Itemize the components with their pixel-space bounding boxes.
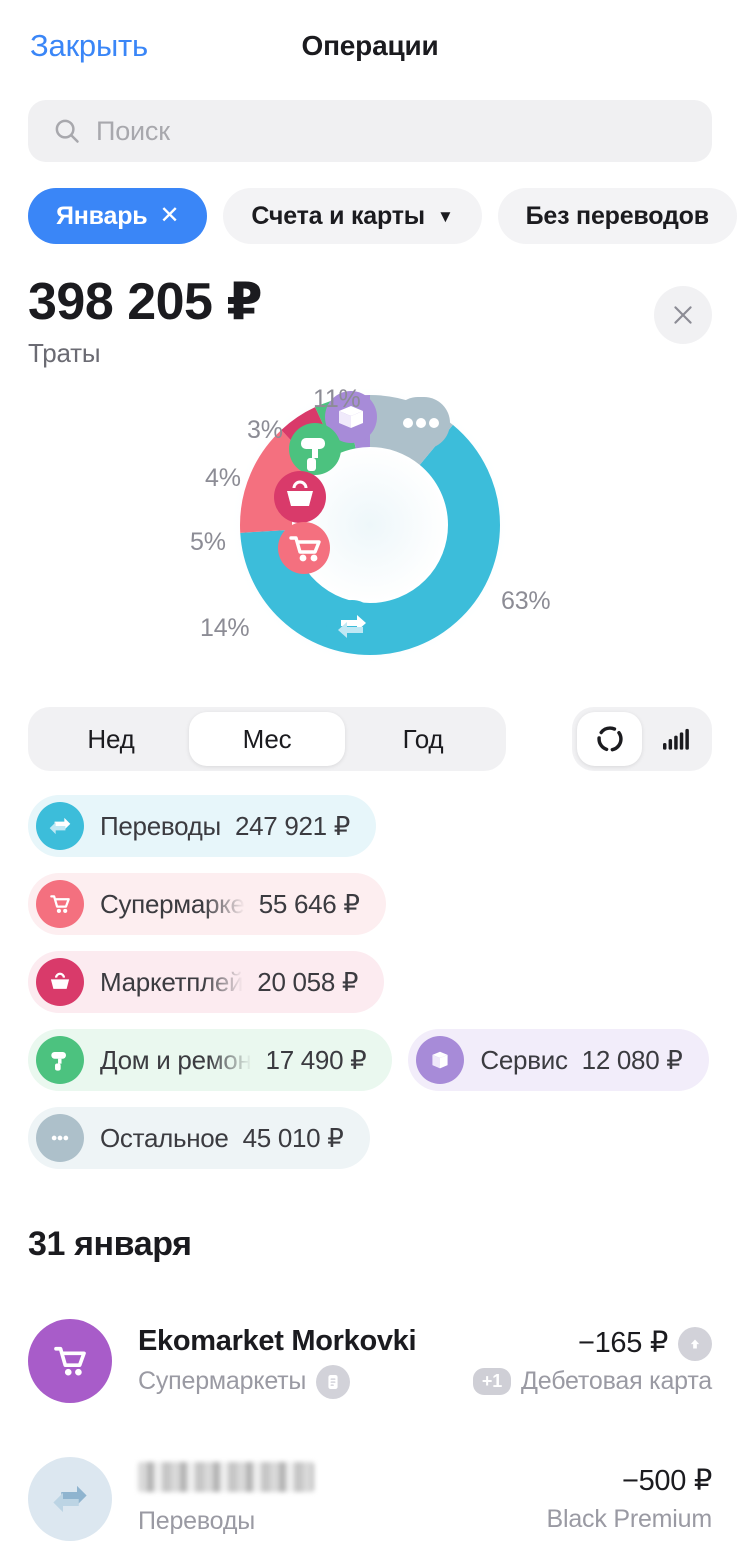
- summary-amount: 398 205 ₽: [28, 273, 263, 331]
- transaction-name: Ekomarket Morkovki: [138, 1324, 417, 1357]
- filter-chip-no-transfers[interactable]: Без переводов: [497, 188, 737, 244]
- slice-icon-paint-roller: [289, 423, 341, 476]
- legend-chip-service[interactable]: Сервис 12 080 ₽: [408, 1029, 709, 1092]
- search-section: [0, 92, 740, 162]
- transaction-category: Переводы: [138, 1507, 255, 1536]
- legend-chip-transfers[interactable]: Переводы 247 921 ₽: [28, 795, 376, 858]
- transaction-amount: −165 ₽: [577, 1327, 668, 1360]
- chevron-down-icon: ▼: [436, 206, 454, 226]
- filter-chip-label: Январь: [56, 201, 148, 230]
- legend-value: 12 080 ₽: [581, 1044, 683, 1075]
- receipt-icon[interactable]: [316, 1364, 351, 1399]
- slice-percent-other: 11%: [313, 385, 361, 414]
- chart-controls: Нед Мес Год: [0, 693, 740, 772]
- ellipsis-icon: [36, 1114, 84, 1163]
- cashback-badge: +1: [472, 1367, 512, 1396]
- view-mode-bars-button[interactable]: [642, 712, 707, 766]
- cart-icon: [36, 880, 84, 929]
- legend-label: Дом и ремон: [100, 1044, 252, 1075]
- filter-chip-label: Без переводов: [525, 201, 710, 230]
- transaction-account: Black Premium: [546, 1505, 713, 1534]
- transaction-category: Супермаркеты: [138, 1367, 307, 1396]
- transaction-amount-row: −500 ₽: [547, 1464, 712, 1499]
- filter-chip-accounts[interactable]: Счета и карты ▼: [223, 188, 482, 244]
- legend-chip-marketplaces[interactable]: Маркетплей 20 058 ₽: [28, 951, 385, 1014]
- summary-section: 398 205 ₽ Траты: [0, 244, 740, 369]
- legend-chip-home-repair[interactable]: Дом и ремон 17 490 ₽: [28, 1029, 393, 1092]
- box-icon: [416, 1036, 465, 1085]
- legend-value: 17 490 ₽: [265, 1044, 367, 1075]
- basket-icon: [36, 958, 84, 1007]
- period-tab-week[interactable]: Нед: [33, 712, 189, 766]
- close-icon[interactable]: ✕: [159, 204, 179, 228]
- filter-chip-label: Счета и карты: [251, 201, 425, 230]
- legend-label: Остальное: [100, 1122, 229, 1153]
- legend-label: Переводы: [100, 810, 221, 841]
- transaction-details: Ekomarket Morkovki Супермаркеты: [138, 1324, 447, 1399]
- slice-percent-transfers: 63%: [501, 587, 551, 616]
- period-tab-year[interactable]: Год: [345, 712, 501, 766]
- legend-value: 20 058 ₽: [257, 966, 359, 997]
- arrow-up-icon[interactable]: [678, 1326, 712, 1361]
- transaction-row[interactable]: Ekomarket Morkovki Супермаркеты −165 ₽ +…: [28, 1292, 712, 1430]
- transaction-details: Переводы: [138, 1462, 521, 1536]
- legend-value: 247 921 ₽: [234, 810, 350, 841]
- close-icon: [674, 306, 692, 324]
- navbar: Закрыть Операции: [0, 0, 740, 92]
- avatar: [28, 1457, 112, 1542]
- donut-chart-icon: [596, 726, 623, 752]
- legend-label: Маркетплей: [100, 966, 244, 997]
- operations-screen: Закрыть Операции Январь ✕ Счета и карты …: [0, 0, 740, 1567]
- bar-chart-icon: [662, 729, 689, 750]
- transactions-date-header: 31 января: [28, 1225, 192, 1264]
- slice-percent-home: 4%: [205, 464, 241, 493]
- search-icon: [55, 119, 79, 143]
- slice-percent-service: 3%: [247, 416, 283, 445]
- search-box[interactable]: [28, 100, 712, 162]
- summary-label: Траты: [28, 338, 101, 369]
- transaction-account-row: +1 Дебетовая карта: [472, 1367, 712, 1396]
- legend-label: Сервис: [480, 1044, 568, 1075]
- redacted-name: [138, 1462, 314, 1493]
- avatar: [28, 1319, 112, 1404]
- slice-percent-marketplace: 5%: [190, 528, 226, 557]
- transaction-amount: −500 ₽: [621, 1465, 712, 1498]
- transaction-list: Ekomarket Morkovki Супермаркеты −165 ₽ +…: [0, 1264, 740, 1567]
- transaction-amount-row: −165 ₽: [473, 1326, 712, 1361]
- transaction-name: [138, 1462, 521, 1501]
- slice-icon-transfer: [326, 600, 378, 653]
- view-mode-donut-button[interactable]: [577, 712, 642, 767]
- transaction-amount-block: −500 ₽ Black Premium: [547, 1464, 713, 1534]
- spending-donut-chart[interactable]: 11% 3% 4% 5% 14% 63%: [0, 375, 740, 693]
- category-legend: Переводы 247 921 ₽ Супермарке 55 646 ₽ М…: [0, 771, 740, 1170]
- slice-icon-basket: [274, 471, 326, 524]
- paint-roller-icon: [36, 1036, 84, 1085]
- transaction-amount-block: −165 ₽ +1 Дебетовая карта: [472, 1326, 712, 1396]
- transaction-account-row: Black Premium: [547, 1505, 713, 1534]
- period-segmented-control[interactable]: Нед Мес Год: [28, 707, 506, 772]
- legend-label: Супермарке: [100, 888, 245, 919]
- legend-value: 55 646 ₽: [258, 888, 360, 919]
- transaction-category-row: Переводы: [138, 1507, 521, 1536]
- transfer-icon: [53, 1486, 87, 1513]
- summary-close-button[interactable]: [654, 286, 712, 344]
- transfer-icon: [36, 802, 84, 851]
- legend-chip-supermarkets[interactable]: Супермарке 55 646 ₽: [28, 873, 386, 936]
- period-tab-month[interactable]: Мес: [189, 712, 345, 767]
- filter-chip-month[interactable]: Январь ✕: [28, 188, 208, 244]
- slice-icon-cart: [278, 522, 330, 575]
- search-input[interactable]: [96, 115, 688, 147]
- transaction-row[interactable]: Переводы −500 ₽ Black Premium: [28, 1430, 712, 1567]
- filter-chip-row[interactable]: Январь ✕ Счета и карты ▼ Без переводов +: [0, 162, 740, 244]
- slice-icon-ellipsis: [392, 397, 450, 450]
- view-mode-toggle[interactable]: [572, 707, 712, 772]
- legend-chip-other[interactable]: Остальное 45 010 ₽: [28, 1107, 370, 1170]
- close-button[interactable]: Закрыть: [30, 28, 148, 64]
- cart-icon: [54, 1347, 86, 1376]
- transaction-category-row: Супермаркеты: [138, 1364, 447, 1399]
- transaction-account: Дебетовая карта: [521, 1367, 712, 1396]
- legend-value: 45 010 ₽: [242, 1122, 344, 1153]
- slice-percent-supermarkets: 14%: [200, 614, 250, 643]
